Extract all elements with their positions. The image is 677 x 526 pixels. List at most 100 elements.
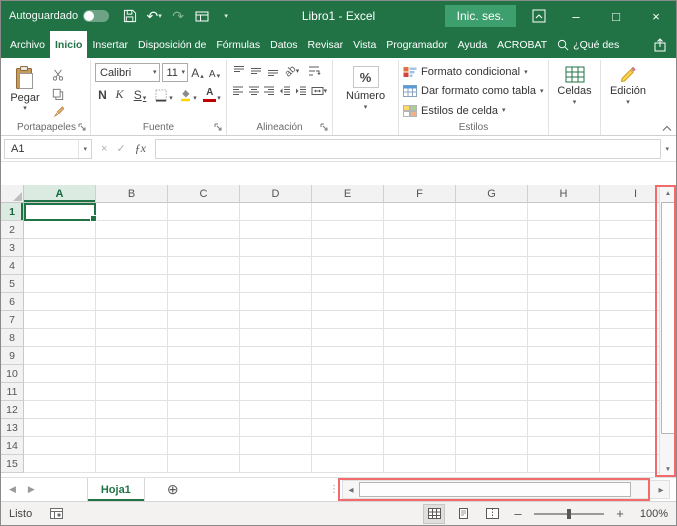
horizontal-scrollbar-track[interactable] [359,481,653,498]
cell-h14[interactable] [528,437,600,455]
cell-b10[interactable] [96,365,168,383]
cell-e7[interactable] [312,311,384,329]
cell-d7[interactable] [240,311,312,329]
cell-a14[interactable] [24,437,96,455]
cell-d10[interactable] [240,365,312,383]
cell-g11[interactable] [456,383,528,401]
zoom-level-label[interactable]: 100% [636,508,668,520]
cell-e12[interactable] [312,401,384,419]
cell-b7[interactable] [96,311,168,329]
cell-e6[interactable] [312,293,384,311]
cell-e4[interactable] [312,257,384,275]
cell-g12[interactable] [456,401,528,419]
row-header-10[interactable]: 10 [1,365,24,383]
italic-button[interactable]: K [112,86,127,104]
copy-button[interactable] [49,86,67,102]
cell-d15[interactable] [240,455,312,473]
cell-i11[interactable] [600,383,661,401]
format-painter-button[interactable] [49,104,67,120]
align-top-button[interactable] [231,63,246,79]
zoom-slider-handle[interactable] [566,508,571,519]
cell-b9[interactable] [96,347,168,365]
decrease-font-size-button[interactable]: A ▾ [207,64,222,82]
name-box-caret[interactable]: ▾ [78,139,91,158]
cell-h6[interactable] [528,293,600,311]
row-header-14[interactable]: 14 [1,437,24,455]
cell-b8[interactable] [96,329,168,347]
tab-scrollbar-splitter[interactable]: ⋮ [329,478,339,501]
align-right-button[interactable] [262,83,276,99]
formula-input[interactable] [154,138,662,159]
row-header-9[interactable]: 9 [1,347,24,365]
sheet-tab-hoja1[interactable]: Hoja1 [86,478,145,501]
cell-f5[interactable] [384,275,456,293]
cell-a9[interactable] [24,347,96,365]
paste-button[interactable]: Pegar ▾ [7,63,43,120]
cell-b3[interactable] [96,239,168,257]
row-header-15[interactable]: 15 [1,455,24,473]
cell-e14[interactable] [312,437,384,455]
close-button[interactable]: × [636,1,676,31]
ribbon-tab-formulas[interactable]: Fórmulas [211,31,265,58]
row-header-12[interactable]: 12 [1,401,24,419]
format-as-table-button[interactable]: Dar formato como tabla ▾ [403,82,544,100]
increase-indent-button[interactable] [294,83,308,99]
cell-a12[interactable] [24,401,96,419]
cell-b5[interactable] [96,275,168,293]
normal-view-button[interactable] [423,503,445,524]
cell-i8[interactable] [600,329,661,347]
ribbon-tab-datos[interactable]: Datos [265,31,302,58]
cell-a10[interactable] [24,365,96,383]
ribbon-tab-disposicion-de-pagina[interactable]: Disposición de [133,31,211,58]
cell-c12[interactable] [168,401,240,419]
cell-h2[interactable] [528,221,600,239]
column-header-a[interactable]: A [24,185,96,203]
underline-button[interactable]: S ▾ [129,86,151,104]
cell-b14[interactable] [96,437,168,455]
ribbon-display-options-button[interactable] [532,9,546,23]
cell-i4[interactable] [600,257,661,275]
cell-e10[interactable] [312,365,384,383]
cell-i1[interactable] [600,203,661,221]
cell-i9[interactable] [600,347,661,365]
page-break-preview-button[interactable] [482,505,502,523]
cell-c13[interactable] [168,419,240,437]
ribbon-tab-ayuda[interactable]: Ayuda [453,31,493,58]
align-center-button[interactable] [247,83,261,99]
font-dialog-launcher[interactable] [213,122,224,133]
scroll-left-button[interactable]: ◀ [343,481,359,498]
decrease-indent-button[interactable] [278,83,292,99]
undo-button[interactable]: ↶ ▾ [145,5,163,27]
cell-f2[interactable] [384,221,456,239]
ribbon-tab-archivo[interactable]: Archivo [5,31,50,58]
cell-g9[interactable] [456,347,528,365]
cell-i13[interactable] [600,419,661,437]
cell-a5[interactable] [24,275,96,293]
borders-button[interactable]: ▾ [153,86,175,104]
cell-f15[interactable] [384,455,456,473]
ribbon-tab-revisar[interactable]: Revisar [303,31,349,58]
cell-f11[interactable] [384,383,456,401]
horizontal-scrollbar-thumb[interactable] [359,482,631,497]
cell-g2[interactable] [456,221,528,239]
cell-b11[interactable] [96,383,168,401]
cell-g4[interactable] [456,257,528,275]
cell-b15[interactable] [96,455,168,473]
ribbon-tab-vista[interactable]: Vista [348,31,381,58]
cell-f3[interactable] [384,239,456,257]
cell-i15[interactable] [600,455,661,473]
cell-styles-button[interactable]: Estilos de celda ▾ [403,102,544,120]
sign-in-button[interactable]: Inic. ses. [444,5,516,27]
column-header-b[interactable]: B [96,185,168,203]
cell-d4[interactable] [240,257,312,275]
column-header-c[interactable]: C [168,185,240,203]
cell-i3[interactable] [600,239,661,257]
macro-record-button[interactable] [50,508,64,519]
cell-i14[interactable] [600,437,661,455]
column-header-i[interactable]: I [600,185,661,203]
cell-e11[interactable] [312,383,384,401]
cell-c1[interactable] [168,203,240,221]
cell-f12[interactable] [384,401,456,419]
column-header-d[interactable]: D [240,185,312,203]
alignment-dialog-launcher[interactable] [319,122,330,133]
